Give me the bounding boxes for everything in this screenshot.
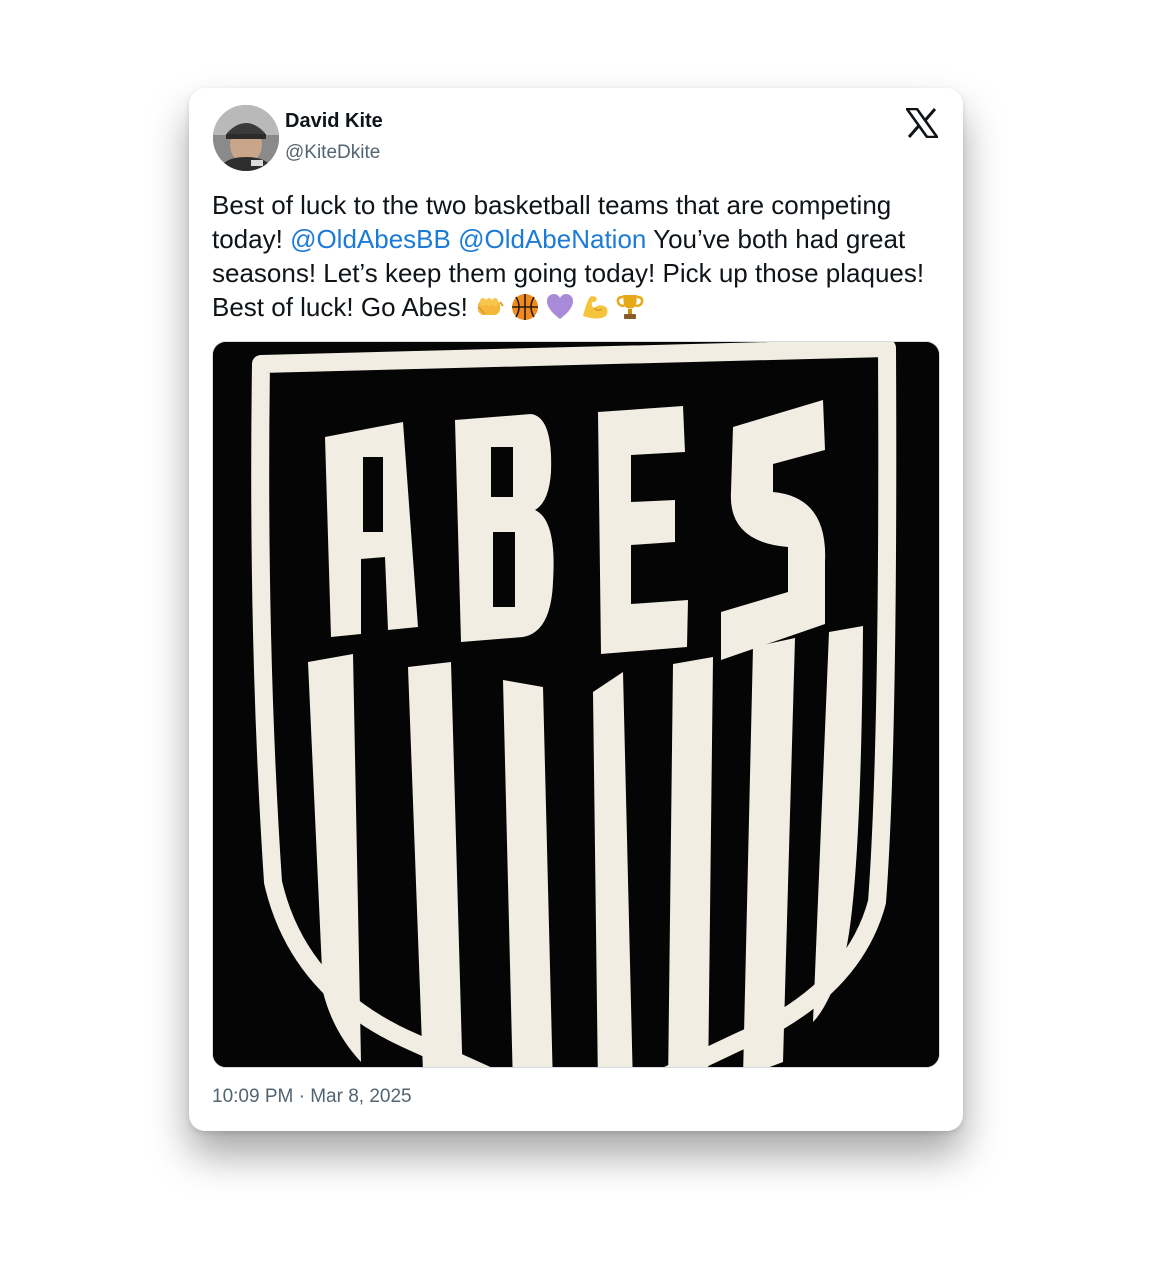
oncoming-fist-icon bbox=[475, 292, 505, 322]
basketball-icon bbox=[510, 292, 540, 322]
tweet-card[interactable]: David Kite @KiteDkite Best of luck to th… bbox=[189, 88, 963, 1131]
tweet-text: Best of luck to the two basketball teams… bbox=[212, 188, 947, 324]
trophy-icon bbox=[615, 292, 645, 322]
author-name[interactable]: David Kite bbox=[285, 110, 383, 133]
avatar[interactable] bbox=[213, 105, 279, 171]
mention-oldabenation[interactable]: @OldAbeNation bbox=[458, 224, 646, 254]
mention-oldabesbb[interactable]: @OldAbesBB bbox=[290, 224, 451, 254]
author-handle[interactable]: @KiteDkite bbox=[285, 142, 380, 164]
x-logo-icon[interactable] bbox=[904, 107, 940, 139]
purple-heart-icon bbox=[545, 292, 575, 322]
flexed-biceps-icon bbox=[580, 292, 610, 322]
tweet-timestamp[interactable]: 10:09 PM · Mar 8, 2025 bbox=[212, 1086, 412, 1108]
tweet-image[interactable] bbox=[212, 341, 940, 1068]
